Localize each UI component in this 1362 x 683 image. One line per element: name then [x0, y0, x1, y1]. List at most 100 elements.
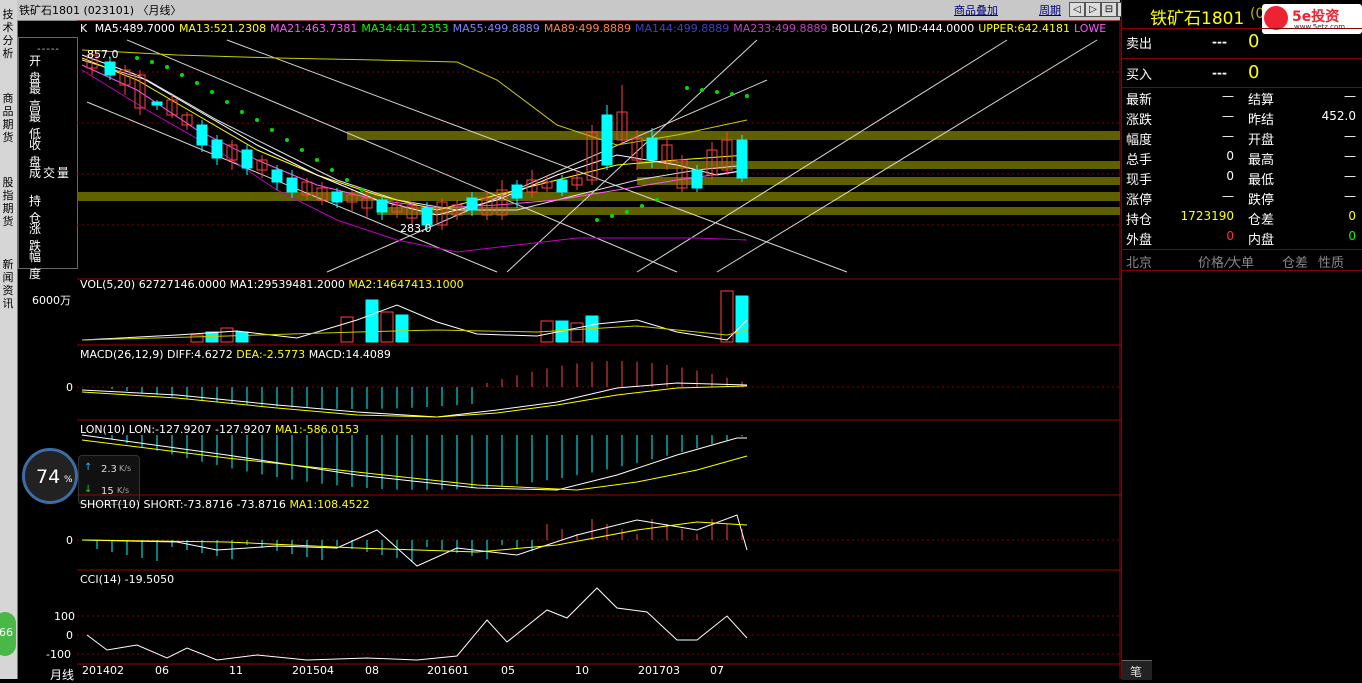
x-tick: 201402 [82, 664, 124, 677]
boll-upper-line [81, 49, 748, 146]
chart-title: 铁矿石1801 (023101) 〈月线〉 [19, 4, 182, 17]
high-price-label: 857.0 [87, 48, 119, 61]
macd-value: MACD:14.4089 [308, 348, 391, 361]
profile-bar [347, 131, 1120, 140]
logo-subtext: www.5etz.com [1294, 23, 1346, 31]
quote-value: 0 [1348, 229, 1356, 243]
buy-label: 买入 [1126, 68, 1153, 83]
buy-price: --- [1212, 66, 1227, 80]
ma-header-item: MA5:489.7000 [94, 22, 175, 35]
gauge-percent: 74 [36, 466, 61, 488]
ma-header-item: LOWE [1073, 22, 1107, 35]
prev-button[interactable]: ◁ [1069, 2, 1085, 17]
candle-body [104, 61, 116, 76]
ma-header-item: MA21:463.7381 [270, 22, 358, 35]
volume-bar [570, 322, 584, 343]
volume-bar [365, 299, 379, 343]
tick-tab[interactable]: 笔 [1122, 660, 1152, 680]
x-tick: 08 [365, 664, 379, 677]
sell-price: --- [1212, 35, 1227, 49]
ma-header-item: MA233:499.8889 [733, 22, 828, 35]
quote-label: 幅度 [1126, 133, 1153, 148]
macd-diff-line [81, 382, 748, 418]
quote-label: 持仓 [1126, 213, 1153, 228]
label-pct: 幅 度 [29, 250, 49, 281]
main-indicator-prefix: K [80, 22, 88, 35]
x-tick: 10 [575, 664, 589, 677]
profile-bar [637, 177, 1120, 185]
ma-header-item: MA13:521.2308 [178, 22, 267, 35]
candle-body [196, 124, 208, 146]
tab-commodity-futures[interactable]: 商品期货 [0, 92, 16, 162]
quote-label: 昨结 [1248, 113, 1275, 128]
lon-line [81, 434, 747, 491]
short-title: SHORT(10) SHORT:-73.8716 -73.8716 [80, 498, 286, 511]
vol-ma1: MA1:29539481.2000 [229, 278, 345, 291]
quote-value: — [1222, 189, 1234, 203]
tick-header-bigorder: ⁄大单 [1226, 256, 1255, 271]
vol-header: VOL(5,20) 62727146.0000 MA1:29539481.200… [80, 278, 464, 291]
macd-dea: DEA:-2.5773 [236, 348, 306, 361]
gauge-unit: % [64, 475, 73, 485]
volume-bar [735, 295, 749, 343]
minimize-panel-button[interactable]: ⊟ [1101, 2, 1117, 17]
network-gauge[interactable]: 74 % [22, 448, 78, 504]
vol-ma2-line [81, 325, 748, 341]
lon-title: LON(10) LON:-127.9207 -127.9207 [80, 423, 272, 436]
candle-body [601, 114, 613, 166]
x-tick: 11 [229, 664, 243, 677]
tick-header-nature: 性质 [1318, 256, 1345, 271]
sell-volume: 0 [1248, 31, 1260, 52]
quote-value: 0 [1226, 229, 1234, 243]
cci-line [86, 587, 748, 661]
candle-body [211, 139, 223, 159]
quote-value: — [1344, 189, 1356, 203]
x-tick: 06 [155, 664, 169, 677]
overlay-commodity-link[interactable]: 商品叠加 [954, 2, 998, 18]
ma-header-item: MA55:499.8889 [452, 22, 540, 35]
candle-body [511, 184, 523, 199]
candle-body [556, 179, 568, 193]
ma-header-item: MA34:441.2353 [361, 22, 449, 35]
quote-value: 452.0 [1321, 109, 1356, 123]
tab-technical-analysis[interactable]: 技术分析 [0, 8, 16, 78]
volume-profile [77, 131, 1120, 215]
tick-header-time: 北京 [1126, 256, 1153, 271]
tick-header-price: 价格 [1198, 256, 1225, 271]
period-link[interactable]: 周期 [1039, 2, 1061, 18]
vol-ma1-line [81, 304, 748, 341]
ma-header-item: BOLL(26,2) [831, 22, 893, 35]
ohlc-info-box: ----- 开 盘 最 高 最 低 收 盘 成交量 持 仓 涨 跌 幅 度 [18, 37, 78, 281]
quote-value: — [1344, 149, 1356, 163]
quote-label: 仓差 [1248, 213, 1275, 228]
main-indicator-header: K MA5:489.7000 MA13:521.2308 MA21:463.7381… [80, 22, 1106, 35]
x-axis: 201402 06 11 201504 08 201601 05 10 2017… [77, 664, 1121, 679]
quote-panel: 铁矿石1801 (023101) 5e投资 www.5etz.com 卖出 --… [1121, 0, 1362, 680]
logo-icon [1264, 6, 1288, 30]
tab-news[interactable]: 新闻资讯 [0, 258, 16, 328]
green-badge[interactable]: 66 [0, 612, 16, 656]
macd-histogram [111, 361, 743, 409]
volume-bar [190, 334, 204, 343]
quote-value: 0 [1348, 209, 1356, 223]
ma-header-item: MA144:499.8889 [635, 22, 730, 35]
next-button[interactable]: ▷ [1085, 2, 1101, 17]
chart-title-bar: 铁矿石1801 (023101) 〈月线〉 商品叠加 周期 ◁ ▷ ⊟ ⊠ [17, 0, 1133, 21]
buy-volume: 0 [1248, 62, 1260, 83]
ma-header-item: MID:444.0000 [896, 22, 975, 35]
sell-label: 卖出 [1126, 37, 1153, 52]
quote-label: 最高 [1248, 153, 1275, 168]
volume-bar [380, 311, 394, 343]
quote-label: 总手 [1126, 153, 1153, 168]
volume-bar [220, 327, 234, 343]
quote-value: — [1344, 169, 1356, 183]
candle-body [286, 177, 298, 193]
quote-label: 跌停 [1248, 193, 1275, 208]
tab-index-futures[interactable]: 股指期货 [0, 176, 16, 246]
left-tab-bar: 技术分析 商品期货 股指期货 新闻资讯 [0, 0, 18, 679]
short-ma1-line [81, 521, 748, 553]
quote-label: 结算 [1248, 93, 1275, 108]
tick-header: 北京 价格 ⁄大单 仓差 性质 [1122, 252, 1362, 271]
quote-label: 外盘 [1126, 233, 1153, 248]
quote-label: 开盘 [1248, 133, 1275, 148]
